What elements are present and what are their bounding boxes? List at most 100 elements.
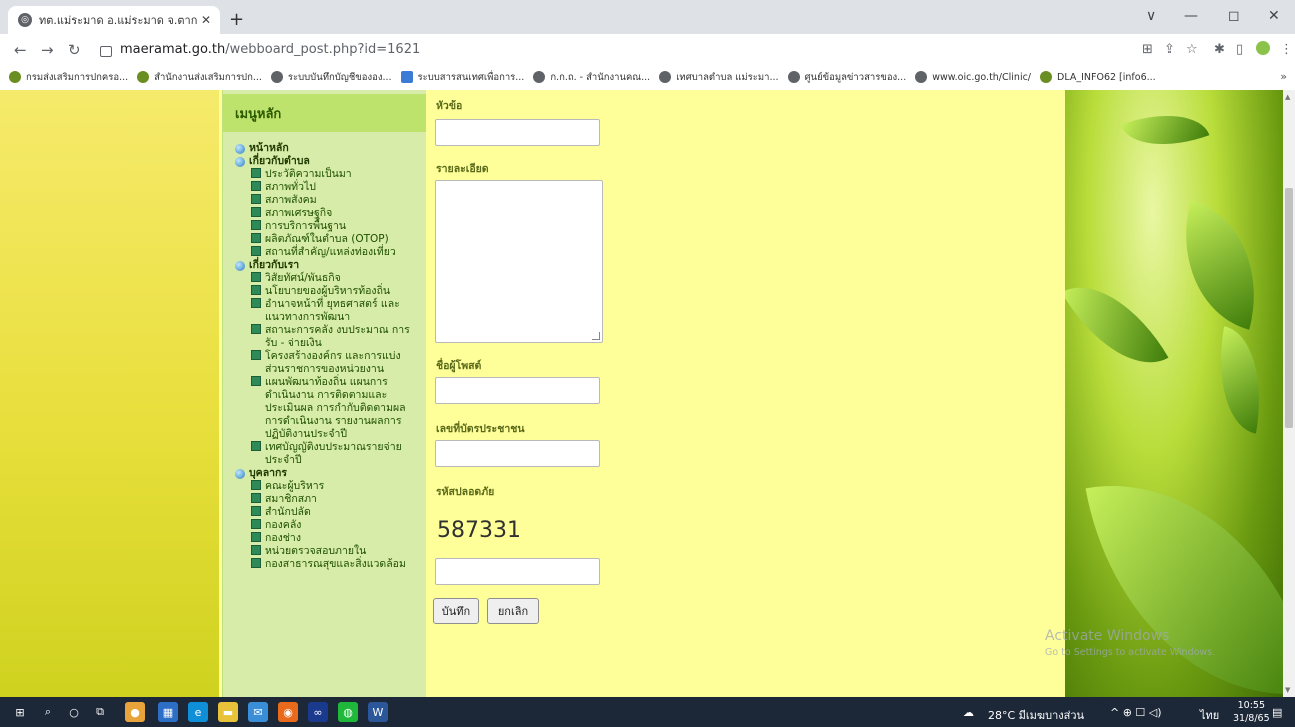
reload-icon[interactable]: ↻ xyxy=(68,41,81,59)
poster-name-label: ชื่อผู้โพสต์ xyxy=(436,360,482,372)
side-panel-icon[interactable]: ▯ xyxy=(1236,42,1243,57)
bookmark-item[interactable]: สำนักงานส่งเสริมการปก... xyxy=(137,70,262,85)
scroll-down-icon[interactable]: ▼ xyxy=(1285,686,1290,694)
clock-date: 31/8/65 xyxy=(1233,713,1270,724)
menu-item[interactable]: กองช่าง xyxy=(223,532,426,545)
menu-item-label: แผนพัฒนาท้องถิ่น แผนการดำเนินงาน การติดต… xyxy=(265,376,406,440)
notification-icon[interactable]: ▤ xyxy=(1272,706,1282,719)
file-explorer-icon[interactable]: ▬ xyxy=(218,702,238,722)
menu-item[interactable]: กองคลัง xyxy=(223,519,426,532)
avatar[interactable] xyxy=(1256,41,1270,55)
firefox-icon[interactable]: ◉ xyxy=(278,702,298,722)
new-tab-button[interactable]: + xyxy=(229,9,244,30)
bookmark-item[interactable]: ก.ก.ถ. - สำนักงานคณ... xyxy=(533,70,650,85)
menu-category[interactable]: บุคลากร xyxy=(223,467,426,480)
menu-item-label: เกี่ยวกับตำบล xyxy=(249,155,310,167)
menu-item[interactable]: สภาพเศรษฐกิจ xyxy=(223,207,426,220)
tab-close-icon[interactable]: ✕ xyxy=(198,13,214,27)
menu-item[interactable]: สำนักปลัด xyxy=(223,506,426,519)
bookmark-item[interactable]: DLA_INFO62 [info6... xyxy=(1040,71,1156,83)
extensions-icon[interactable]: ✱ xyxy=(1214,42,1225,57)
minimize-button[interactable]: — xyxy=(1184,8,1198,24)
bookmark-item[interactable]: www.oic.go.th/Clinic/ xyxy=(915,71,1031,83)
cancel-button[interactable]: ยกเลิก xyxy=(487,598,539,624)
captcha-input[interactable] xyxy=(435,558,600,585)
menu-item[interactable]: เทศบัญญัติงบประมาณรายจ่ายประจำปี xyxy=(223,441,426,467)
save-button[interactable]: บันทึก xyxy=(433,598,479,624)
leaf-decoration xyxy=(1065,262,1169,388)
browser-tab[interactable]: ◎ ทต.แม่ระมาด อ.แม่ระมาด จ.ตาก - ma ✕ xyxy=(8,6,220,34)
address-bar[interactable]: maeramat.go.th/webboard_post.php?id=1621 xyxy=(100,38,1100,60)
resize-grip-icon[interactable] xyxy=(592,332,600,340)
globe-icon xyxy=(659,71,672,83)
scrollbar-thumb[interactable] xyxy=(1285,188,1293,428)
menu-item-label: สภาพทั่วไป xyxy=(265,181,316,193)
page-scrollbar[interactable]: ▲ ▼ xyxy=(1283,90,1295,697)
word-icon[interactable]: W xyxy=(368,702,388,722)
cortana-icon[interactable]: ○ xyxy=(64,702,84,722)
menu-item[interactable]: คณะผู้บริหาร xyxy=(223,480,426,493)
menu-item[interactable]: สภาพสังคม xyxy=(223,194,426,207)
square-bullet-icon xyxy=(251,545,261,555)
menu-category[interactable]: หน้าหลัก xyxy=(223,142,426,155)
main-menu: เมนูหลัก หน้าหลัก เกี่ยวกับตำบล ประวัติควา… xyxy=(222,90,426,697)
topic-input[interactable] xyxy=(435,119,600,146)
menu-item[interactable]: ประวัติความเป็นมา xyxy=(223,168,426,181)
menu-item[interactable]: การบริการพื้นฐาน xyxy=(223,220,426,233)
more-menu-icon[interactable]: ⋮ xyxy=(1280,42,1293,57)
clock[interactable]: 10:55 31/8/65 xyxy=(1233,699,1270,725)
weather-text[interactable]: 28°C มีเมฆบางส่วน xyxy=(988,706,1084,724)
back-icon[interactable]: ← xyxy=(14,41,27,59)
bookmark-item[interactable]: ระบบสารสนเทศเพื่อการ... xyxy=(400,70,524,85)
close-window-button[interactable]: ✕ xyxy=(1268,8,1280,24)
menu-item-label: วิสัยทัศน์/พันธกิจ xyxy=(265,272,341,284)
share-icon[interactable]: ⇪ xyxy=(1164,42,1175,57)
menu-item[interactable]: หน่วยตรวจสอบภายใน xyxy=(223,545,426,558)
translate-icon[interactable]: ⊞ xyxy=(1142,42,1153,57)
mail-icon[interactable]: ✉ xyxy=(248,702,268,722)
menu-item[interactable]: สถานที่สำคัญ/แหล่งท่องเที่ยว xyxy=(223,246,426,259)
bookmark-label: ก.ก.ถ. - สำนักงานคณ... xyxy=(550,71,651,83)
bookmarks-overflow-icon[interactable]: » xyxy=(1280,70,1287,83)
bookmark-item[interactable]: กรมส่งเสริมการปกครอ... xyxy=(9,70,128,85)
menu-item[interactable]: สมาชิกสภา xyxy=(223,493,426,506)
language-indicator[interactable]: ไทย xyxy=(1200,706,1219,724)
menu-item[interactable]: โครงสร้างองค์กร และการแบ่งส่วนราชการของห… xyxy=(223,350,426,376)
menu-item[interactable]: สภาพทั่วไป xyxy=(223,181,426,194)
weather-icon[interactable]: ☁ xyxy=(963,706,974,719)
maximize-button[interactable]: ◻ xyxy=(1228,8,1240,24)
menu-category[interactable]: เกี่ยวกับตำบล xyxy=(223,155,426,168)
bookmark-item[interactable]: ระบบบันทึกบัญชีขององ... xyxy=(270,70,392,85)
menu-item[interactable]: สถานะการคลัง งบประมาณ การรับ - จ่ายเงิน xyxy=(223,324,426,350)
menu-item[interactable]: ผลิตภัณฑ์ในตำบล (OTOP) xyxy=(223,233,426,246)
globe-bullet-icon xyxy=(235,468,245,479)
menu-item[interactable]: กองสาธารณสุขและสิ่งแวดล้อม xyxy=(223,558,426,571)
scroll-up-icon[interactable]: ▲ xyxy=(1285,93,1290,101)
app-icon[interactable]: ∞ xyxy=(308,702,328,722)
edge-icon[interactable]: e xyxy=(188,702,208,722)
task-view-icon[interactable]: ⧉ xyxy=(90,702,110,722)
tab-search-icon[interactable]: ∨ xyxy=(1146,8,1156,24)
system-tray-icons[interactable]: ^ ⊕ ☐ ◁) xyxy=(1110,706,1162,719)
bookmark-item[interactable]: ศูนย์ข้อมูลข่าวสารของ... xyxy=(787,70,906,85)
bookmark-label: สำนักงานส่งเสริมการปก... xyxy=(154,71,262,83)
menu-item[interactable]: วิสัยทัศน์/พันธกิจ xyxy=(223,272,426,285)
poster-name-input[interactable] xyxy=(435,377,600,404)
id-card-input[interactable] xyxy=(435,440,600,467)
line-icon[interactable]: ◍ xyxy=(338,702,358,722)
calculator-icon[interactable]: ▦ xyxy=(158,702,178,722)
search-icon[interactable]: ⌕ xyxy=(38,702,58,722)
captcha-label: รหัสปลอดภัย xyxy=(436,486,495,498)
bookmark-item[interactable]: เทศบาลตำบล แม่ระมา... xyxy=(659,70,779,85)
menu-category[interactable]: เกี่ยวกับเรา xyxy=(223,259,426,272)
chrome-icon[interactable]: ● xyxy=(125,702,145,722)
menu-item[interactable]: นโยบายของผู้บริหารท้องถิ่น xyxy=(223,285,426,298)
bookmark-star-icon[interactable]: ☆ xyxy=(1186,42,1198,57)
forward-icon[interactable]: → xyxy=(41,41,54,59)
detail-textarea[interactable] xyxy=(435,180,603,343)
windows-start-icon[interactable]: ⊞ xyxy=(10,702,30,722)
menu-item-label: เทศบัญญัติงบประมาณรายจ่ายประจำปี xyxy=(265,441,402,466)
square-bullet-icon xyxy=(251,168,261,178)
menu-item[interactable]: อำนาจหน้าที่ ยุทธศาสตร์ และแนวทางการพัฒน… xyxy=(223,298,426,324)
menu-item[interactable]: แผนพัฒนาท้องถิ่น แผนการดำเนินงาน การติดต… xyxy=(223,376,426,441)
